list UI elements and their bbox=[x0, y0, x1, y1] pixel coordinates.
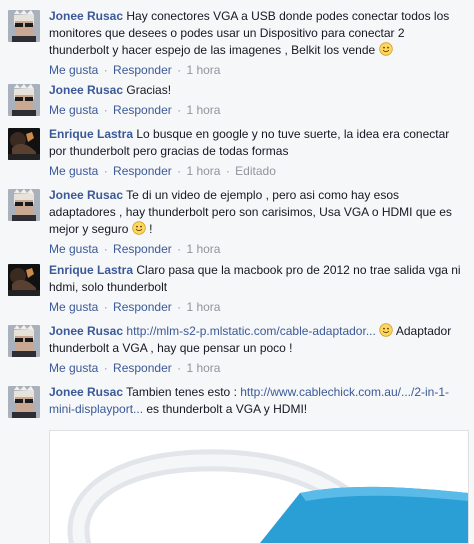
separator: · bbox=[103, 63, 108, 77]
separator: · bbox=[103, 164, 108, 178]
separator: · bbox=[103, 242, 108, 256]
separator: · bbox=[177, 63, 182, 77]
like-link[interactable]: Me gusta bbox=[49, 63, 98, 77]
timestamp[interactable]: 1 hora bbox=[186, 361, 220, 375]
smiley-icon bbox=[379, 323, 393, 337]
comment-author[interactable]: Jonee Rusac bbox=[49, 324, 123, 338]
timestamp[interactable]: 1 hora bbox=[186, 103, 220, 117]
separator: · bbox=[225, 164, 230, 178]
comment-meta: Me gusta · Responder · 1 hora bbox=[49, 241, 467, 257]
timestamp[interactable]: 1 hora bbox=[186, 164, 220, 178]
avatar[interactable] bbox=[8, 128, 40, 160]
comment-meta: Me gusta · Responder · 1 hora · Editado bbox=[49, 163, 467, 179]
smiley-icon bbox=[378, 42, 393, 56]
timestamp[interactable]: 1 hora bbox=[186, 63, 220, 77]
comment-text-tail: ! bbox=[149, 222, 153, 236]
avatar[interactable] bbox=[8, 189, 40, 221]
cable-photo bbox=[50, 431, 468, 543]
comment-meta: Me gusta · Responder · 1 hora bbox=[49, 360, 467, 376]
comment-meta: Me gusta · Responder · 1 hora bbox=[49, 299, 467, 315]
like-link[interactable]: Me gusta bbox=[49, 164, 98, 178]
comment-text: Gracias! bbox=[126, 83, 172, 97]
like-link[interactable]: Me gusta bbox=[49, 361, 98, 375]
separator: · bbox=[177, 164, 182, 178]
attached-image-preview[interactable] bbox=[49, 430, 469, 544]
comment-text: Tambien tenes esto : bbox=[126, 385, 237, 399]
comment-author[interactable]: Jonee Rusac bbox=[49, 9, 123, 23]
separator: · bbox=[103, 361, 108, 375]
avatar[interactable] bbox=[8, 386, 40, 418]
timestamp[interactable]: 1 hora bbox=[186, 242, 220, 256]
separator: · bbox=[103, 300, 108, 314]
reply-link[interactable]: Responder bbox=[113, 300, 172, 314]
avatar[interactable] bbox=[8, 325, 40, 357]
like-link[interactable]: Me gusta bbox=[49, 242, 98, 256]
reply-link[interactable]: Responder bbox=[113, 361, 172, 375]
timestamp[interactable]: 1 hora bbox=[186, 300, 220, 314]
comment-author[interactable]: Enrique Lastra bbox=[49, 263, 133, 277]
avatar[interactable] bbox=[8, 10, 40, 42]
reply-link[interactable]: Responder bbox=[113, 63, 172, 77]
avatar[interactable] bbox=[8, 264, 40, 296]
separator: · bbox=[177, 103, 182, 117]
separator: · bbox=[177, 361, 182, 375]
reply-link[interactable]: Responder bbox=[113, 164, 172, 178]
comment-author[interactable]: Jonee Rusac bbox=[49, 188, 123, 202]
smiley-icon bbox=[132, 221, 146, 235]
separator: · bbox=[177, 242, 182, 256]
comment-author[interactable]: Jonee Rusac bbox=[49, 385, 123, 399]
separator: · bbox=[177, 300, 182, 314]
comment-meta: Me gusta · Responder · 1 hora bbox=[49, 102, 467, 118]
separator: · bbox=[103, 103, 108, 117]
comment-link[interactable]: http://mlm-s2-p.mlstatic.com/cable-adapt… bbox=[126, 324, 375, 338]
avatar[interactable] bbox=[8, 84, 40, 116]
like-link[interactable]: Me gusta bbox=[49, 103, 98, 117]
like-link[interactable]: Me gusta bbox=[49, 300, 98, 314]
edited-label[interactable]: Editado bbox=[235, 164, 276, 178]
comment-meta: Me gusta · Responder · 1 hora bbox=[49, 62, 467, 78]
comment-text-tail: es thunderbolt a VGA y HDMI! bbox=[146, 402, 308, 416]
comment-author[interactable]: Jonee Rusac bbox=[49, 83, 123, 97]
comment-thread: Jonee Rusac Hay conectores VGA a USB don… bbox=[0, 0, 474, 544]
reply-link[interactable]: Responder bbox=[113, 242, 172, 256]
comment-author[interactable]: Enrique Lastra bbox=[49, 127, 133, 141]
reply-link[interactable]: Responder bbox=[113, 103, 172, 117]
